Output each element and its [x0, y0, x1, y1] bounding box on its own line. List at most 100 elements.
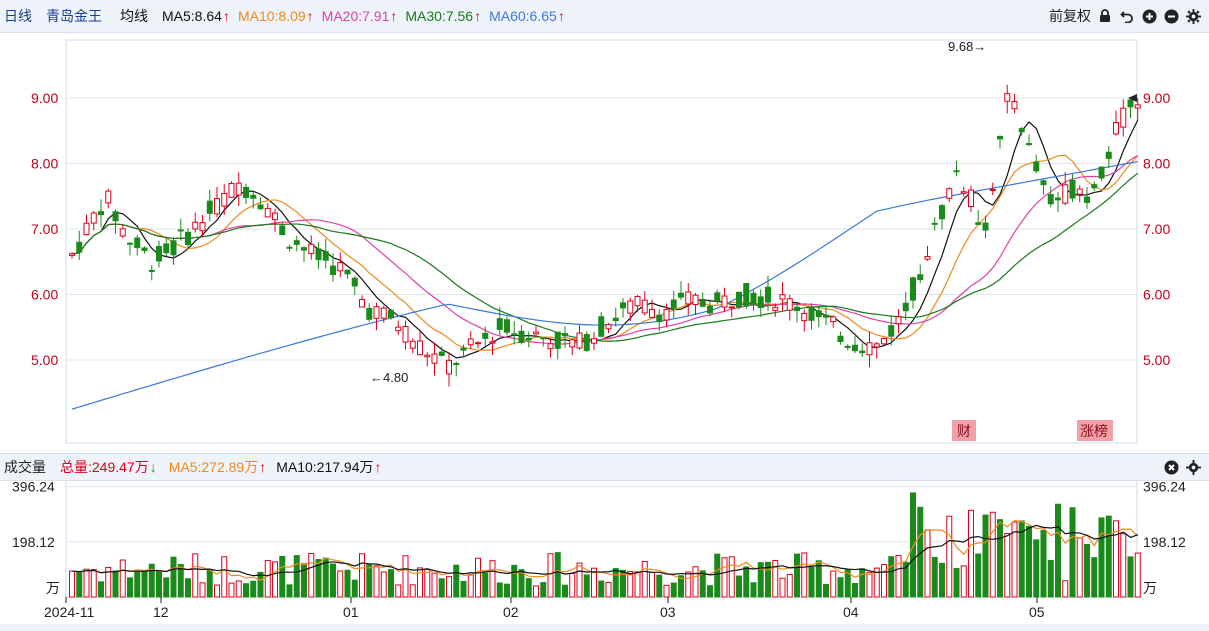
candlestick — [815, 306, 822, 328]
period-label[interactable]: 日线 — [4, 6, 32, 26]
candlestick — [1033, 154, 1040, 174]
price-chart[interactable]: 5.00 5.00 6.00 6.00 7.00 7.00 8.00 8.00 9.00 9.00… — [0, 33, 1209, 453]
adjust-button[interactable]: 前复权 — [1049, 6, 1091, 26]
candlestick — [504, 316, 510, 336]
volume-bar — [786, 573, 793, 598]
candlestick — [692, 292, 699, 315]
candlestick — [989, 182, 996, 196]
x-tick-label: 02 — [503, 604, 519, 620]
undo-icon[interactable] — [1119, 8, 1135, 24]
candlestick — [1026, 134, 1032, 147]
volume-bar — [330, 563, 336, 598]
candlestick — [1055, 191, 1061, 213]
x-tick-label: 01 — [343, 604, 359, 620]
volume-bar — [837, 577, 844, 598]
volume-bar — [895, 555, 902, 598]
volume-bar — [939, 562, 945, 598]
gear-icon[interactable] — [1185, 459, 1201, 475]
volume-bar — [446, 576, 452, 598]
gear-icon[interactable] — [1185, 8, 1201, 24]
high-annotation: 9.68→ — [948, 39, 986, 54]
candlestick — [939, 203, 945, 230]
candlestick — [98, 199, 104, 228]
volume-chart[interactable]: 396.24 396.24 198.12 198.12 万 万 2024-11 12 01 02… — [0, 480, 1209, 624]
candlestick — [946, 187, 953, 203]
candlestick — [105, 188, 112, 209]
candlestick — [540, 337, 547, 347]
volume-bar — [808, 566, 815, 598]
volume-bar — [1105, 515, 1112, 598]
candlestick — [525, 331, 532, 348]
event-badge-limit-up[interactable]: 涨榜 — [1080, 423, 1108, 439]
volume-bar — [1127, 556, 1134, 598]
volume-bar — [823, 583, 829, 598]
volume-bar — [504, 583, 510, 598]
volume-bar — [562, 584, 568, 598]
volume-bar — [395, 584, 402, 598]
volume-bar — [453, 564, 460, 598]
arrow-up-icon: ↑ — [374, 459, 382, 475]
arrow-up-icon: ↑ — [474, 8, 482, 24]
volume-bar — [852, 582, 858, 598]
candlestick — [112, 209, 119, 234]
candlestick — [968, 185, 974, 212]
candlestick — [707, 299, 713, 317]
candlestick — [301, 246, 307, 262]
ma60-value: MA60:6.65 — [489, 8, 557, 24]
candlestick — [1076, 185, 1083, 203]
volume-bar — [946, 515, 953, 598]
volume-tick-label: 396.24 — [1143, 480, 1186, 495]
volume-bar — [1033, 539, 1040, 598]
volume-bar — [989, 511, 996, 598]
volume-bar — [1055, 503, 1061, 598]
volume-bar — [605, 581, 612, 598]
event-badge-finance[interactable]: 财 — [957, 423, 971, 439]
candlestick — [467, 330, 474, 350]
candlestick — [1004, 84, 1011, 114]
volume-bar — [141, 570, 148, 598]
arrow-up-icon: ↑ — [390, 8, 398, 24]
lock-icon[interactable] — [1097, 8, 1113, 24]
candlestick — [373, 302, 380, 331]
volume-bar — [156, 570, 162, 598]
zoom-in-icon[interactable] — [1141, 8, 1157, 24]
volume-ma5: MA5:272.89万 — [168, 459, 259, 475]
ma20-value: MA20:7.91 — [321, 8, 390, 24]
volume-bar — [1069, 507, 1076, 598]
volume-bar — [351, 579, 358, 598]
candlestick — [779, 282, 786, 311]
volume-total: 总量:249.47万 — [60, 459, 149, 475]
candlestick — [264, 203, 271, 218]
ma-title[interactable]: 均线 — [120, 6, 148, 26]
scroll-strip[interactable] — [0, 624, 1209, 631]
candlestick — [743, 283, 750, 310]
candlestick — [286, 244, 293, 252]
candlestick — [156, 240, 162, 268]
candlestick — [366, 303, 373, 322]
volume-bar — [533, 585, 539, 598]
volume-bar — [859, 568, 866, 598]
zoom-out-icon[interactable] — [1163, 8, 1179, 24]
candlestick — [293, 235, 300, 252]
candlestick — [322, 238, 329, 269]
candlestick — [90, 210, 97, 231]
volume-unit-label: 万 — [1143, 580, 1157, 596]
volume-bar — [866, 571, 873, 598]
candlestick — [344, 269, 351, 279]
candlestick — [141, 246, 148, 254]
volume-bar — [1098, 517, 1105, 598]
candlestick — [221, 184, 228, 215]
volume-bar — [830, 570, 837, 598]
arrow-up-icon: ↑ — [259, 459, 267, 475]
candlestick — [83, 214, 90, 236]
candlestick — [533, 325, 539, 335]
candlestick — [612, 307, 619, 327]
volume-bar — [228, 582, 235, 598]
candlestick — [330, 253, 336, 282]
candlestick — [975, 210, 982, 226]
volume-bar — [656, 574, 663, 598]
volume-bar — [663, 584, 670, 598]
volume-bar — [134, 571, 141, 598]
close-icon[interactable] — [1163, 459, 1179, 475]
volume-bar — [641, 561, 648, 598]
